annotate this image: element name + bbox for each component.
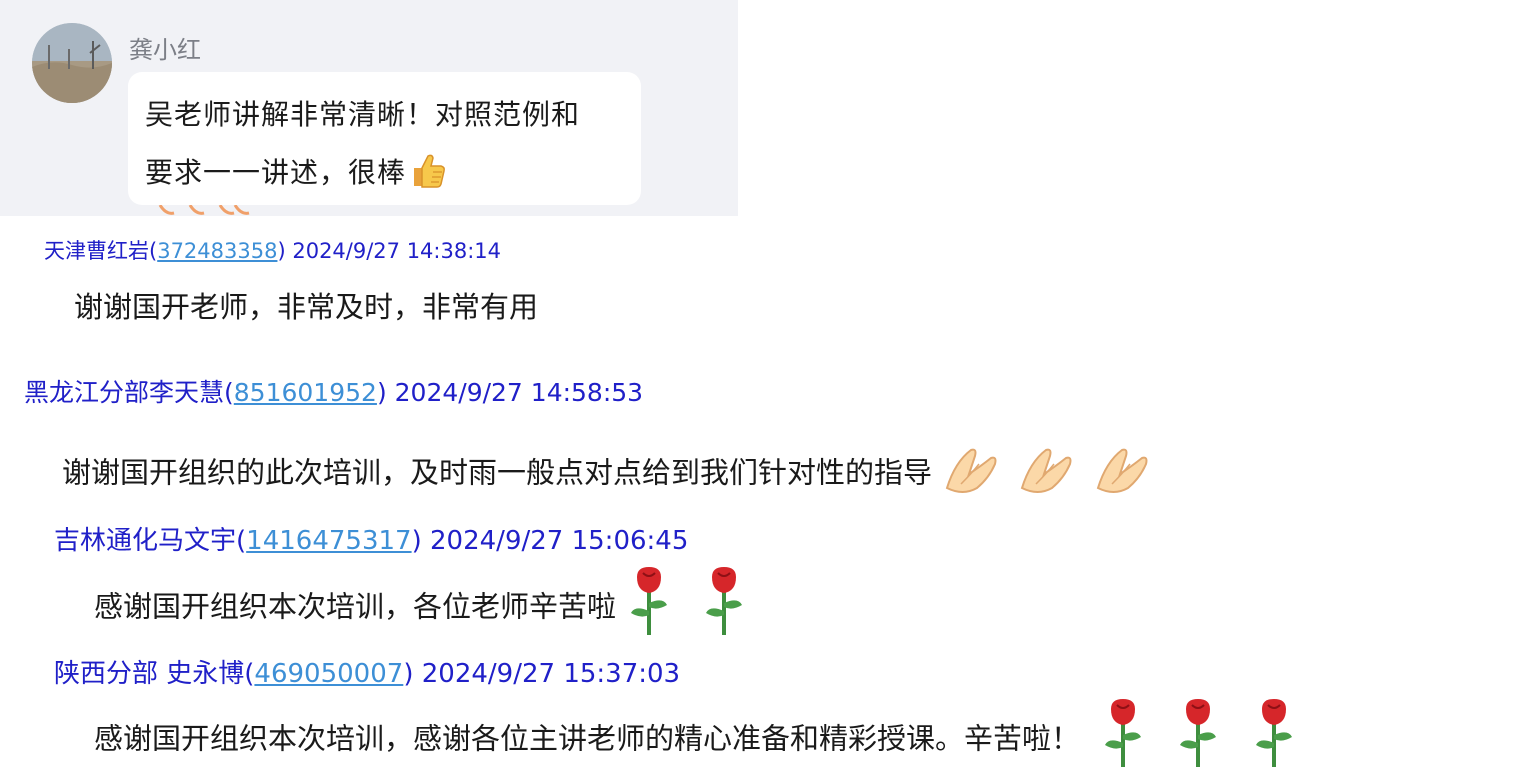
- rose-icon: [700, 565, 748, 644]
- paren-open: (: [224, 378, 234, 407]
- timestamp: 2024/9/27 14:38:14: [292, 239, 502, 263]
- qq-link[interactable]: 851601952: [234, 378, 377, 407]
- qq-link[interactable]: 469050007: [254, 659, 403, 689]
- qq-link[interactable]: 1416475317: [246, 526, 411, 556]
- praying-hands-icon: [1092, 444, 1158, 505]
- cropped-emoji-fragment: [150, 204, 270, 218]
- qq-link[interactable]: 372483358: [157, 239, 277, 263]
- sender-name: 龚小红: [129, 36, 201, 64]
- message-header: 天津曹红岩(372483358) 2024/9/27 14:38:14: [44, 235, 501, 265]
- paren-close: ): [411, 526, 422, 556]
- chat-message-card: 龚小红 吴老师讲解非常清晰！对照范例和 要求一一讲述，很棒: [0, 0, 738, 216]
- praying-hands-icon: [941, 444, 1007, 505]
- sender-name: 黑龙江分部李天慧: [24, 378, 225, 407]
- message-bubble[interactable]: 吴老师讲解非常清晰！对照范例和 要求一一讲述，很棒: [128, 72, 641, 205]
- message-header: 黑龙江分部李天慧(851601952) 2024/9/27 14:58:53: [24, 373, 643, 409]
- paren-close: ): [403, 659, 414, 689]
- paren-close: ): [376, 378, 387, 407]
- message-text: 谢谢国开组织的此次培训，及时雨一般点对点给到我们针对性的指导: [62, 444, 1158, 505]
- message-text-content: 谢谢国开组织的此次培训，及时雨一般点对点给到我们针对性的指导: [62, 455, 933, 490]
- message-text-content: 感谢国开组织本次培训，各位老师辛苦啦: [94, 589, 617, 624]
- avatar[interactable]: [32, 23, 112, 103]
- rose-icon: [1250, 697, 1298, 776]
- message-text-line2: 要求一一讲述，很棒: [145, 156, 407, 189]
- message-text-line1: 吴老师讲解非常清晰！对照范例和: [145, 98, 581, 131]
- message-header: 吉林通化马文宇(1416475317) 2024/9/27 15:06:45: [54, 520, 688, 557]
- timestamp: 2024/9/27 15:37:03: [421, 659, 681, 689]
- message-text: 吴老师讲解非常清晰！对照范例和 要求一一讲述，很棒: [145, 86, 635, 202]
- rose-icon: [625, 565, 673, 644]
- message-text: 感谢国开组织本次培训，各位老师辛苦啦: [94, 565, 748, 644]
- rose-icon: [1174, 697, 1222, 776]
- rose-icon: [1099, 697, 1147, 776]
- message-text: 谢谢国开老师，非常及时，非常有用: [74, 290, 539, 324]
- paren-open: (: [149, 239, 158, 263]
- timestamp: 2024/9/27 15:06:45: [430, 526, 689, 556]
- timestamp: 2024/9/27 14:58:53: [394, 378, 644, 407]
- message-text: 感谢国开组织本次培训，感谢各位主讲老师的精心准备和精彩授课。辛苦啦！: [94, 697, 1298, 776]
- thumbs-up-icon: [408, 150, 448, 190]
- paren-close: ): [277, 239, 286, 263]
- paren-open: (: [236, 526, 247, 556]
- sender-name: 吉林通化马文宇: [54, 526, 237, 556]
- message-header: 陕西分部 史永博(469050007) 2024/9/27 15:37:03: [54, 653, 680, 690]
- message-text-content: 感谢国开组织本次培训，感谢各位主讲老师的精心准备和精彩授课。辛苦啦！: [94, 721, 1081, 756]
- paren-open: (: [244, 659, 255, 689]
- sender-name: 天津曹红岩: [44, 239, 149, 263]
- praying-hands-icon: [1016, 444, 1082, 505]
- sender-name: 陕西分部 史永博: [54, 659, 245, 689]
